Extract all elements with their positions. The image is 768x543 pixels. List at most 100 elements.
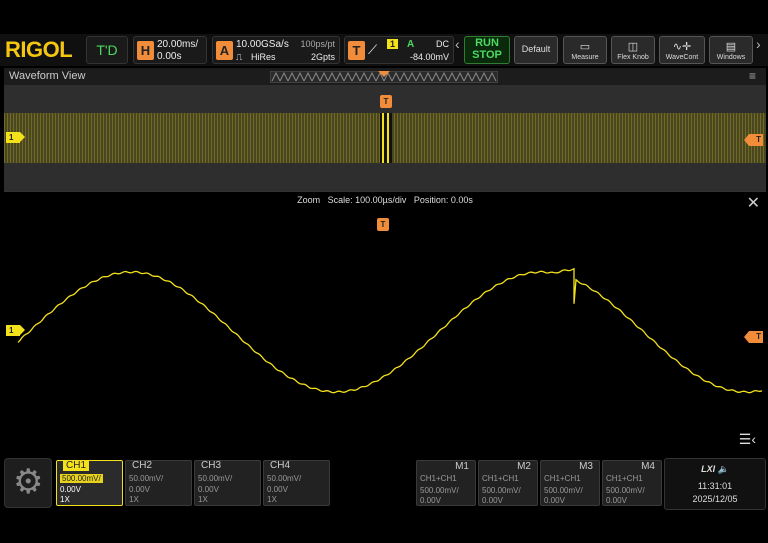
knob-icon: ◫ bbox=[627, 41, 639, 53]
settings-gear-button[interactable]: ⚙ bbox=[4, 458, 52, 508]
measure-button[interactable]: ▭ Measure bbox=[563, 36, 607, 64]
m3-expr: CH1+CH1 bbox=[544, 474, 581, 483]
m3-panel[interactable]: M3 CH1+CH1 500.00mV/ 0.00V bbox=[540, 460, 600, 506]
m3-offset: 0.00V bbox=[544, 496, 565, 505]
m4-offset: 0.00V bbox=[606, 496, 627, 505]
brand-logo: RIGOL bbox=[5, 37, 73, 62]
ch3-offset: 0.00V bbox=[198, 485, 219, 494]
speaker-icon: 🔈 bbox=[717, 464, 729, 474]
ruler-icon: ▭ bbox=[579, 41, 591, 53]
m1-panel[interactable]: M1 CH1+CH1 500.00mV/ 0.00V bbox=[416, 460, 476, 506]
windows-label: Windows bbox=[716, 54, 746, 61]
ch1-panel[interactable]: CH1 500.00mV/ 0.00V 1X bbox=[56, 460, 123, 506]
time-mode-button[interactable]: T'D bbox=[86, 36, 128, 64]
ch3-panel[interactable]: CH3 50.00mV/ 0.00V 1X bbox=[194, 460, 261, 506]
waveform-view-header: Waveform View ≡ bbox=[4, 68, 766, 85]
lxi-label: LXI bbox=[701, 464, 716, 474]
m2-scale: 500.00mV/ bbox=[482, 486, 521, 495]
m1-offset: 0.00V bbox=[420, 496, 441, 505]
ch4-scale: 50.00mV/ bbox=[267, 474, 302, 483]
trigger-level: -84.00mV bbox=[409, 52, 449, 62]
overview-window[interactable]: T 1 T bbox=[4, 85, 766, 191]
horizontal-panel[interactable]: H 20.00ms/ 0.00s bbox=[133, 36, 207, 64]
horizontal-badge: H bbox=[137, 41, 154, 60]
menu-icon[interactable]: ≡ bbox=[749, 69, 756, 83]
memory-overview-bar[interactable] bbox=[270, 71, 498, 83]
zoom-trigger-level-marker[interactable]: T bbox=[744, 331, 763, 343]
trigger-coupling: DC bbox=[436, 39, 449, 49]
ch4-tab: CH4 bbox=[270, 460, 291, 471]
m2-tab: M2 bbox=[517, 461, 531, 472]
ch1-offset-marker[interactable]: 1 bbox=[6, 132, 25, 143]
rising-edge-icon: ⟋ bbox=[368, 42, 378, 57]
trigger-panel[interactable]: T ⟋ 1 A DC -84.00mV bbox=[344, 36, 454, 64]
ch3-tab: CH3 bbox=[201, 460, 222, 471]
lxi-logo: LXI 🔈 bbox=[665, 464, 765, 475]
clock-date: 2025/12/05 bbox=[692, 494, 738, 504]
status-panel[interactable]: LXI 🔈 11:31:01 2025/12/05 bbox=[664, 458, 766, 510]
collapse-menu-icon[interactable]: ☰‹ bbox=[739, 431, 756, 448]
ch2-panel[interactable]: CH2 50.00mV/ 0.00V 1X bbox=[125, 460, 192, 506]
measure-label: Measure bbox=[571, 54, 599, 61]
m2-offset: 0.00V bbox=[482, 496, 503, 505]
chevron-right-icon[interactable]: › bbox=[756, 36, 761, 52]
chevron-left-icon[interactable]: ‹ bbox=[455, 36, 460, 52]
gear-icon: ⚙ bbox=[13, 463, 44, 501]
m1-expr: CH1+CH1 bbox=[420, 474, 457, 483]
trigger-position-marker[interactable]: T bbox=[380, 95, 392, 108]
trigger-source: 1 bbox=[387, 39, 399, 49]
ch1-offset: 0.00V bbox=[60, 485, 81, 494]
wavecont-label: WaveCont bbox=[665, 54, 699, 61]
zoom-ch1-offset-marker[interactable]: 1 bbox=[6, 325, 25, 336]
horizontal-offset: 0.00s bbox=[157, 51, 182, 62]
ch2-scale: 50.00mV/ bbox=[129, 474, 164, 483]
acquire-panel[interactable]: A 10.00GSa/s ⎍ HiRes 100ps/pt 2Gpts bbox=[212, 36, 340, 64]
clock-time: 11:31:01 bbox=[697, 481, 733, 491]
m3-scale: 500.00mV/ bbox=[544, 486, 583, 495]
m4-scale: 500.00mV/ bbox=[606, 486, 645, 495]
ch2-probe: 1X bbox=[129, 495, 139, 504]
windows-icon: ▤ bbox=[725, 41, 737, 53]
sample-rate: 10.00GSa/s bbox=[236, 39, 289, 50]
windows-button[interactable]: ▤ Windows bbox=[709, 36, 753, 64]
wavecont-button[interactable]: ∿✛ WaveCont bbox=[659, 36, 705, 64]
run-stop-button[interactable]: RUN STOP bbox=[464, 36, 510, 64]
m3-tab: M3 bbox=[579, 461, 593, 472]
stop-label: STOP bbox=[472, 49, 502, 61]
trigger-level-marker[interactable]: T bbox=[744, 134, 763, 146]
ch2-offset: 0.00V bbox=[129, 485, 150, 494]
ch4-probe: 1X bbox=[267, 495, 277, 504]
ch1-probe: 1X bbox=[60, 495, 70, 504]
m2-expr: CH1+CH1 bbox=[482, 474, 519, 483]
trigger-badge: T bbox=[348, 41, 365, 60]
ch4-panel[interactable]: CH4 50.00mV/ 0.00V 1X bbox=[263, 460, 330, 506]
acquire-badge: A bbox=[216, 41, 233, 60]
ch3-scale: 50.00mV/ bbox=[198, 474, 233, 483]
flex-knob-button[interactable]: ◫ Flex Knob bbox=[611, 36, 655, 64]
ch2-tab: CH2 bbox=[132, 460, 153, 471]
timebase-value: 20.00ms/ bbox=[157, 39, 199, 50]
ch3-probe: 1X bbox=[198, 495, 208, 504]
acquire-mode: HiRes bbox=[251, 52, 276, 62]
flex-knob-label: Flex Knob bbox=[617, 54, 649, 61]
m2-panel[interactable]: M2 CH1+CH1 500.00mV/ 0.00V bbox=[478, 460, 538, 506]
ch1-tab: CH1 bbox=[63, 460, 90, 471]
m4-panel[interactable]: M4 CH1+CH1 500.00mV/ 0.00V bbox=[602, 460, 662, 506]
m1-scale: 500.00mV/ bbox=[420, 486, 459, 495]
waveform-view-title: Waveform View bbox=[9, 70, 86, 82]
zoom-window[interactable]: Zoom Scale: 100.00µs/div Position: 0.00s… bbox=[4, 191, 766, 454]
zoom-region bbox=[380, 113, 392, 163]
ch4-offset: 0.00V bbox=[267, 485, 288, 494]
memory-depth: 2Gpts bbox=[310, 52, 335, 62]
m4-tab: M4 bbox=[641, 461, 655, 472]
m1-tab: M1 bbox=[455, 461, 469, 472]
ch1-waveform bbox=[17, 267, 763, 394]
resolution: 100ps/pt bbox=[300, 39, 335, 49]
default-label: Default bbox=[521, 44, 551, 54]
m4-expr: CH1+CH1 bbox=[606, 474, 643, 483]
oscilloscope-screen: RIGOL T'D H 20.00ms/ 0.00s A 10.00GSa/s … bbox=[0, 0, 768, 543]
run-label: RUN bbox=[475, 37, 499, 49]
default-button[interactable]: Default bbox=[514, 36, 558, 64]
wave-icon: ∿✛ bbox=[672, 41, 692, 53]
hires-icon: ⎍ bbox=[236, 52, 243, 62]
